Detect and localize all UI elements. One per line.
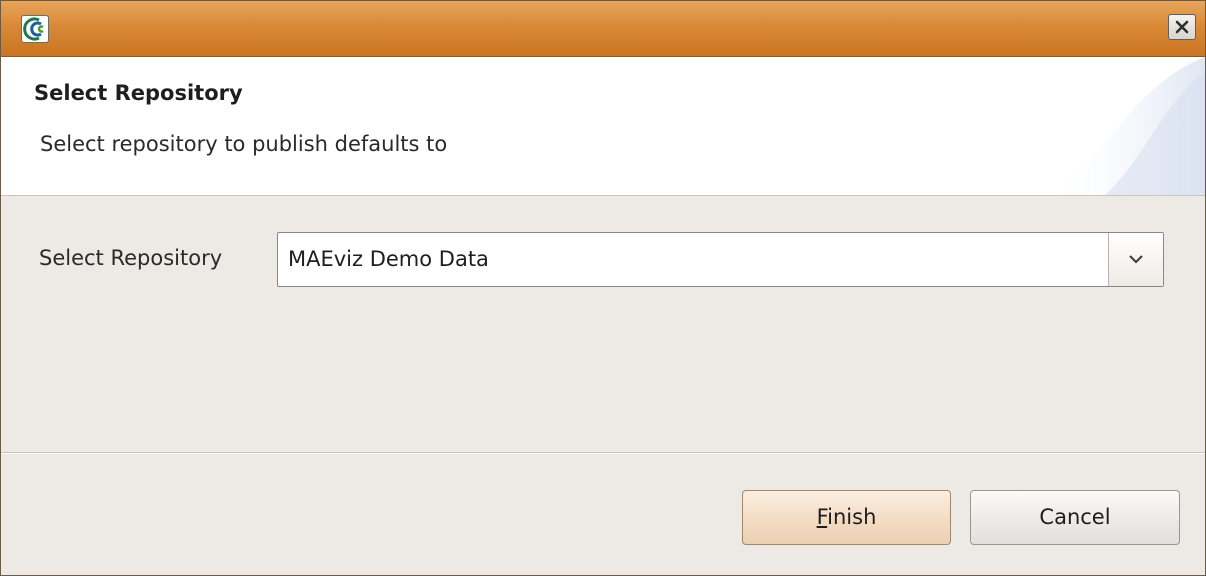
app-logo-icon bbox=[21, 15, 49, 43]
header-description: Select repository to publish defaults to bbox=[40, 132, 448, 156]
dialog-window: Select Repository Select repository to p… bbox=[0, 0, 1206, 576]
chevron-down-icon bbox=[1129, 255, 1143, 264]
close-icon bbox=[1175, 20, 1189, 34]
repository-select-value: MAEviz Demo Data bbox=[288, 247, 489, 271]
title-bar[interactable] bbox=[1, 1, 1205, 57]
finish-mnemonic: F bbox=[816, 505, 828, 529]
repository-select[interactable]: MAEviz Demo Data bbox=[277, 232, 1164, 287]
repository-dropdown-button[interactable] bbox=[1108, 233, 1163, 286]
cancel-button[interactable]: Cancel bbox=[970, 490, 1180, 545]
header-decoration bbox=[1045, 57, 1205, 195]
close-button[interactable] bbox=[1168, 14, 1196, 40]
finish-button[interactable]: Finish bbox=[742, 490, 951, 545]
header-title: Select Repository bbox=[34, 81, 243, 105]
repository-label: Select Repository bbox=[39, 246, 223, 270]
finish-label: inish bbox=[827, 505, 877, 529]
dialog-header: Select Repository Select repository to p… bbox=[1, 57, 1205, 196]
button-bar-separator bbox=[1, 452, 1205, 454]
